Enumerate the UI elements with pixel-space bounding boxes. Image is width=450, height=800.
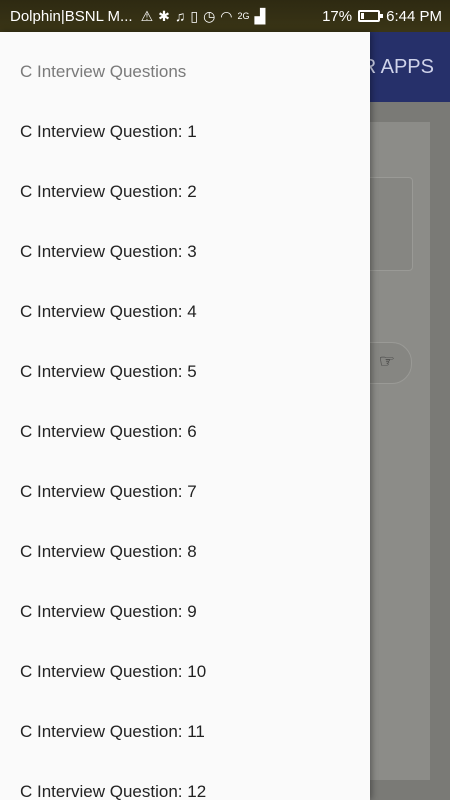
network-type-label: 2G — [237, 10, 250, 21]
bluetooth-icon: ✱ — [158, 8, 170, 24]
drawer-item-question-8[interactable]: C Interview Question: 8 — [0, 522, 370, 582]
battery-level-fill — [361, 13, 365, 19]
drawer-item-question-10[interactable]: C Interview Question: 10 — [0, 642, 370, 702]
drawer-item-question-11[interactable]: C Interview Question: 11 — [0, 702, 370, 762]
drawer-item-question-6[interactable]: C Interview Question: 6 — [0, 402, 370, 462]
battery-percent: 17% — [322, 7, 353, 25]
alarm-icon: ◷ — [203, 8, 216, 24]
drawer-item-question-4[interactable]: C Interview Question: 4 — [0, 282, 370, 342]
headset-icon: ♫ — [174, 8, 186, 24]
drawer-item-question-5[interactable]: C Interview Question: 5 — [0, 342, 370, 402]
status-icons: ⚠ ✱ ♫ ▯ ◷ ◠ 2G ▟ — [141, 9, 323, 23]
toolbar-title: R APPS — [361, 56, 434, 78]
pointing-hand-icon: ☞ — [378, 351, 395, 371]
warning-icon: ⚠ — [140, 8, 154, 24]
drawer-item-question-12[interactable]: C Interview Question: 12 — [0, 762, 370, 800]
wifi-icon: ◠ — [220, 8, 233, 24]
battery-icon — [358, 10, 384, 22]
vibrate-icon: ▯ — [190, 8, 199, 24]
drawer-item-question-2[interactable]: C Interview Question: 2 — [0, 162, 370, 222]
signal-icon: ▟ — [254, 8, 266, 24]
drawer-item-question-1[interactable]: C Interview Question: 1 — [0, 102, 370, 162]
drawer-list: C Interview Question: 1 C Interview Ques… — [0, 102, 370, 800]
drawer-header: C Interview Questions — [20, 62, 187, 81]
drawer-item-question-7[interactable]: C Interview Question: 7 — [0, 462, 370, 522]
status-bar: Dolphin|BSNL M... ⚠ ✱ ♫ ▯ ◷ ◠ 2G ▟ 17% 6… — [0, 0, 450, 32]
drawer-item-question-3[interactable]: C Interview Question: 3 — [0, 222, 370, 282]
navigation-drawer: C Interview Questions C Interview Questi… — [0, 32, 370, 800]
clock: 6:44 PM — [386, 7, 442, 25]
drawer-item-question-9[interactable]: C Interview Question: 9 — [0, 582, 370, 642]
carrier-label: Dolphin|BSNL M... — [10, 7, 133, 25]
